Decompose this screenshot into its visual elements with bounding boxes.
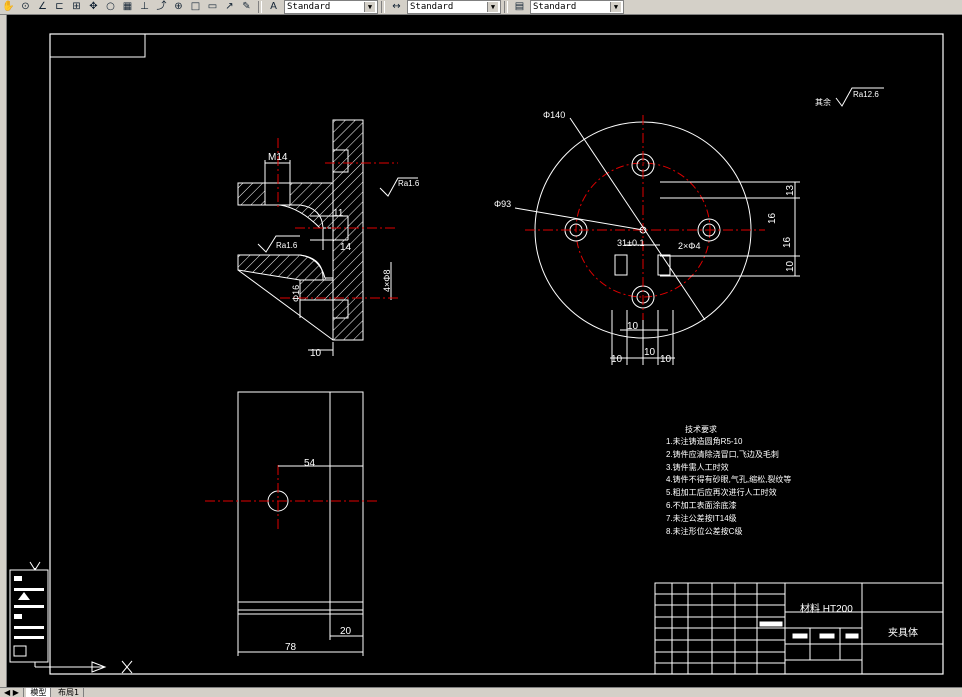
toolbar: ✋ ⊙ ∠ ⊏ ⊞ ✥ ○ ▦ ⊥ ⤴ ⊕ □ ▭ ↗ ✎ A Standard… [0,0,962,15]
dim-2xphi4-label: 2×Φ4 [678,241,700,251]
circle-icon[interactable]: ○ [102,1,119,13]
top-view [514,115,800,365]
side-view [205,391,380,656]
pan-icon[interactable]: ✋ [0,1,17,13]
front-view [237,119,418,356]
left-toolbar-strip[interactable] [0,15,7,687]
dim-31-label: 31±0.1 [617,238,644,248]
toolbar-separator [258,1,262,13]
edit-icon[interactable]: ✎ [238,1,255,13]
properties-palette[interactable] [9,569,49,663]
text-style-value: Standard [287,2,331,12]
roughness-left: Ra1.6 [276,241,298,250]
table-style-value: Standard [533,2,577,12]
dim-10c-label: 10 [644,347,656,358]
dim-phi140-label: Φ140 [543,110,565,120]
dim-54-label: 54 [304,458,316,469]
thread-label: M14 [268,152,288,163]
part-name-label: 夹具体 [888,626,918,639]
tech-req-item: 5.粗加工后应再次进行人工时效 [666,487,777,497]
dim-phi93-label: Φ93 [494,199,511,209]
tech-req-item: 1.未注铸造圆角R5-10 [666,436,743,446]
dim-phi16-label: Φ16 [291,285,301,302]
dim-10-label: 10 [310,348,322,359]
dim-10a-label: 10 [627,321,639,332]
table-icon[interactable]: ▦ [119,1,136,13]
material-label: 材料 HT200 [800,602,853,615]
grid-icon[interactable]: ⊞ [68,1,85,13]
dim-14-label: 14 [340,242,352,253]
toolbar-separator [381,1,385,13]
dim-style-dropdown[interactable]: Standard ▼ [407,0,501,14]
dim-10r-label: 10 [785,260,796,272]
leader-icon[interactable]: ⤴ [153,1,170,13]
align-icon[interactable]: ⊥ [136,1,153,13]
dim-16b-label: 16 [782,236,793,248]
move-icon[interactable]: ✥ [85,1,102,13]
dim-10b-label: 10 [611,354,623,365]
tech-req-title: 技术要求 [685,424,717,434]
dim-11-label: 11 [333,208,344,219]
table-style-dropdown[interactable]: Standard ▼ [530,0,624,14]
rect2-icon[interactable]: ▭ [204,1,221,13]
chevron-down-icon[interactable]: ▼ [487,2,498,12]
cad-drawing: M14 Ra1.6 Ra1.6 11 14 4×Φ8 Φ16 10 Φ140 Φ… [9,33,944,675]
general-roughness-note: 其余 Ra12.6 [815,87,884,107]
dim-4x8-label: 4×Φ8 [382,270,392,292]
zoom-icon[interactable]: ⊙ [17,1,34,13]
dim-13-label: 13 [785,184,796,196]
tech-req-item: 4.铸件不得有砂眼,气孔,缩松,裂纹等 [666,474,791,484]
arrow-icon[interactable]: ↗ [221,1,238,13]
table-style-icon[interactable]: ▤ [511,1,528,13]
tech-requirements: 技术要求 1.未注铸造圆角R5-10 2.铸件应清除浇冒口,飞边及毛刺 3.铸件… [666,424,791,536]
tech-req-item: 7.未注公差按IT14级 [666,513,737,523]
dim-78-label: 78 [285,642,297,653]
rect-icon[interactable]: □ [187,1,204,13]
roughness-note-value: Ra12.6 [853,90,879,99]
chevron-down-icon[interactable]: ▼ [364,2,375,12]
dim-16-label: 16 [767,212,778,224]
dim-20-label: 20 [340,626,352,637]
chevron-down-icon[interactable]: ▼ [610,2,621,12]
angle-icon[interactable]: ∠ [34,1,51,13]
tolerance-icon[interactable]: ⊕ [170,1,187,13]
drawing-border [49,33,944,675]
dim-10d-label: 10 [660,354,672,365]
tech-req-item: 2.铸件应清除浇冒口,飞边及毛刺 [666,449,779,459]
dim-style-value: Standard [410,2,454,12]
roughness-top: Ra1.6 [398,179,420,188]
dim-icon[interactable]: ⊏ [51,1,68,13]
drawing-canvas[interactable]: M14 Ra1.6 Ra1.6 11 14 4×Φ8 Φ16 10 Φ140 Φ… [7,15,962,687]
tech-req-item: 6.不加工表面涂底漆 [666,500,737,510]
tech-req-item: 8.未注形位公差按C级 [666,526,742,536]
toolbar-separator [504,1,508,13]
tech-req-item: 3.铸件需人工时效 [666,462,729,472]
code-box [49,33,146,58]
text-style-dropdown[interactable]: Standard ▼ [284,0,378,14]
dim-style-icon[interactable]: ↔ [388,1,405,13]
roughness-note-prefix: 其余 [815,97,831,107]
text-style-icon[interactable]: A [265,1,282,13]
